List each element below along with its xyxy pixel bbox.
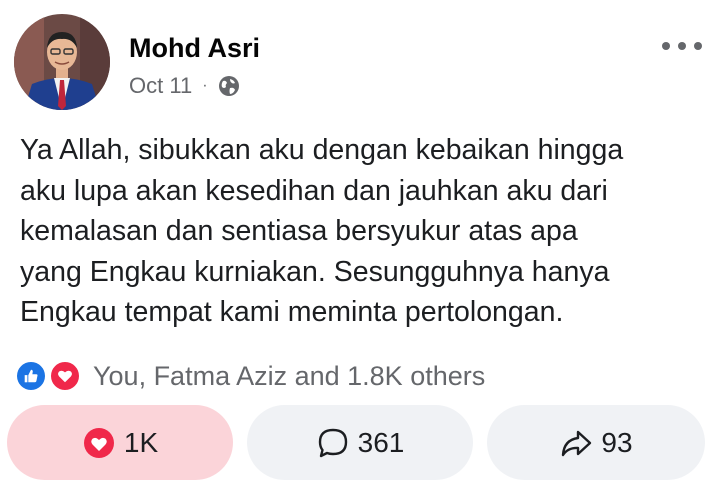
action-bar: 1K 361 93 (7, 405, 705, 480)
more-dot (694, 42, 702, 50)
post-text: Ya Allah, sibukkan aku dengan kebaikan h… (20, 130, 700, 333)
reaction-icons (15, 360, 89, 392)
share-arrow-icon (559, 426, 593, 460)
more-dot (678, 42, 686, 50)
post-text-line: yang Engkau kurniakan. Sesungguhnya hany… (20, 255, 610, 288)
share-button[interactable]: 93 (487, 405, 705, 480)
post-card: Mohd Asri Oct 11 · Ya Allah, sibukkan ak… (0, 0, 712, 488)
like-count: 1K (123, 426, 159, 458)
comment-bubble-icon (316, 426, 350, 460)
post-text-line: kemalasan dan sentiasa bersyukur atas ap… (20, 215, 578, 247)
meta-separator: · (202, 77, 208, 94)
post-meta: Oct 11 · (129, 72, 241, 100)
like-button[interactable]: 1K (7, 405, 233, 480)
post-text-line: aku lupa akan kesedihan dan jauhkan aku … (20, 174, 608, 207)
more-options-icon[interactable] (662, 32, 702, 60)
post-text-line: Ya Allah, sibukkan aku dengan kebaikan h… (20, 134, 624, 166)
reactions-summary-text[interactable]: You, Fatma Aziz and 1.8K others (93, 361, 485, 392)
post-text-line: Engkau tempat kami meminta pertolongan. (20, 296, 564, 328)
comment-count: 361 (357, 426, 405, 458)
author-name[interactable]: Mohd Asri (129, 30, 260, 66)
globe-icon (217, 74, 241, 98)
reactions-summary[interactable]: You, Fatma Aziz and 1.8K others (15, 360, 485, 392)
share-count: 93 (601, 426, 633, 458)
more-dot (662, 42, 670, 50)
like-reaction-icon (15, 360, 47, 392)
post-date[interactable]: Oct 11 (129, 73, 192, 99)
comment-button[interactable]: 361 (247, 405, 473, 480)
heart-icon (82, 426, 116, 460)
love-reaction-icon (49, 360, 81, 392)
avatar[interactable] (14, 14, 110, 110)
avatar-image (14, 14, 110, 110)
